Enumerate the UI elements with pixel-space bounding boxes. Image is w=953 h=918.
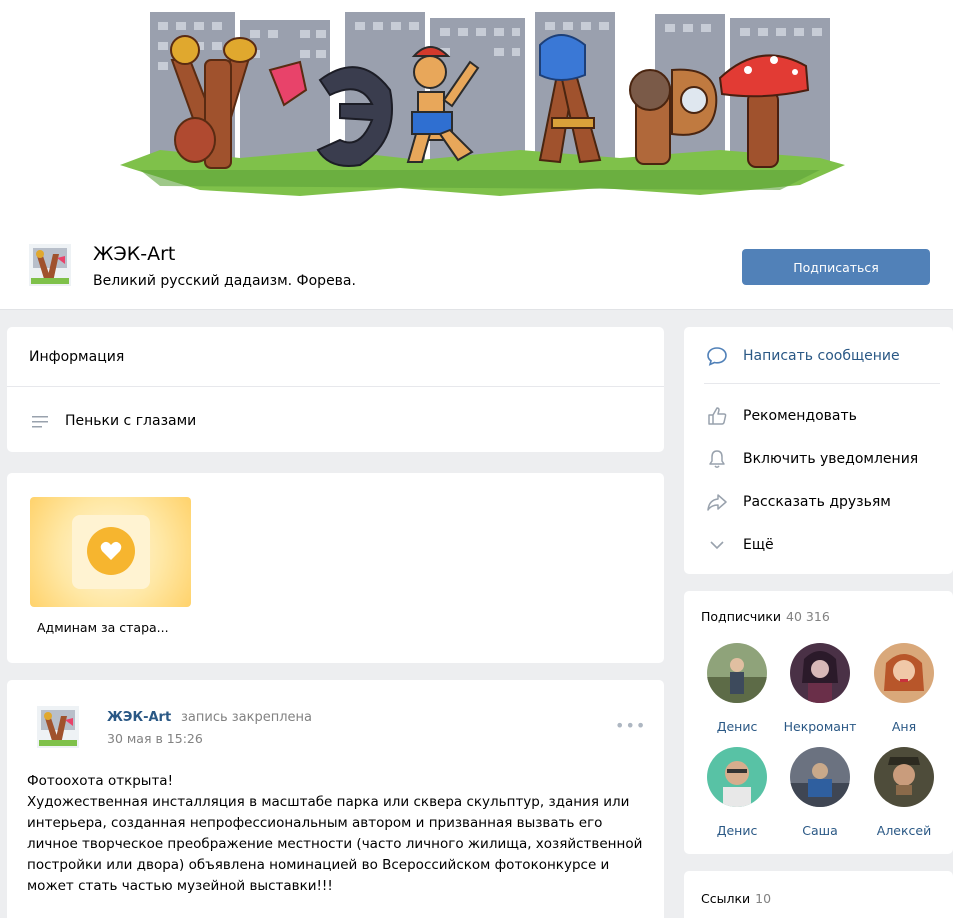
subscriber-item[interactable]: Алексей bbox=[864, 747, 944, 838]
post-author-avatar[interactable] bbox=[37, 706, 79, 748]
post-pinned-label: запись закреплена bbox=[181, 710, 313, 725]
write-message-label: Написать сообщение bbox=[743, 348, 900, 364]
subscriber-item[interactable]: Денис bbox=[697, 747, 777, 838]
info-description: Пеньки с глазами bbox=[65, 413, 197, 429]
subscriber-avatar bbox=[707, 747, 767, 807]
subscriber-item[interactable]: Некромант bbox=[780, 643, 860, 734]
post-date[interactable]: 30 мая в 15:26 bbox=[107, 731, 203, 746]
subscriber-name: Аня bbox=[891, 719, 917, 734]
album-title[interactable]: Админам за стара... bbox=[37, 620, 169, 635]
recommend-button[interactable]: Рекомендовать bbox=[706, 405, 857, 427]
bell-icon bbox=[706, 448, 728, 470]
subscriber-name: Денис bbox=[716, 719, 758, 734]
subscribers-count: 40 316 bbox=[786, 609, 830, 624]
subscriber-item[interactable]: Аня bbox=[864, 643, 944, 734]
subscriber-avatar bbox=[874, 643, 934, 703]
subscriber-avatar bbox=[874, 747, 934, 807]
more-actions-label: Ещё bbox=[743, 537, 774, 553]
subscriber-name: Некромант bbox=[783, 719, 857, 734]
links-card: Ссылки 10 bbox=[684, 871, 953, 918]
recommend-label: Рекомендовать bbox=[743, 408, 857, 424]
description-lines-icon bbox=[32, 416, 48, 428]
cover-image bbox=[0, 0, 953, 222]
subscriber-item[interactable]: Денис bbox=[697, 643, 777, 734]
subscribers-card: Подписчики 40 316 Денис Некромант Аня Ден… bbox=[684, 591, 953, 854]
post-card: ЖЭК-Art запись закреплена 30 мая в 15:26… bbox=[7, 680, 664, 918]
enable-notifications-button[interactable]: Включить уведомления bbox=[706, 448, 918, 470]
album-card: Админам за стара... bbox=[7, 473, 664, 663]
subscriber-name: Денис bbox=[716, 823, 758, 838]
divider bbox=[704, 383, 940, 384]
post-text: Фотоохота открыта! Художественная инстал… bbox=[27, 773, 643, 894]
links-heading[interactable]: Ссылки 10 bbox=[701, 891, 771, 906]
subscriber-name: Алексей bbox=[876, 823, 932, 838]
subscriber-avatar bbox=[707, 643, 767, 703]
page-title: ЖЭК-Art bbox=[93, 243, 176, 265]
actions-card: Написать сообщение Рекомендовать Включит… bbox=[684, 327, 953, 574]
more-actions-button[interactable]: Ещё bbox=[706, 534, 774, 556]
tell-friends-label: Рассказать друзьям bbox=[743, 494, 891, 510]
community-avatar[interactable] bbox=[29, 244, 71, 286]
subscribe-button[interactable]: Подписаться bbox=[742, 249, 930, 285]
subscriber-avatar bbox=[790, 643, 850, 703]
message-bubble-icon bbox=[706, 345, 728, 367]
page-status: Великий русский дадаизм. Форева. bbox=[93, 273, 356, 289]
divider bbox=[7, 386, 664, 387]
enable-notifications-label: Включить уведомления bbox=[743, 451, 919, 467]
post-author-link[interactable]: ЖЭК-Art bbox=[107, 710, 171, 725]
thumbs-up-icon bbox=[706, 405, 728, 427]
subscriber-name: Саша bbox=[802, 823, 838, 838]
tell-friends-button[interactable]: Рассказать друзьям bbox=[706, 491, 891, 513]
album-thumbnail[interactable] bbox=[30, 497, 191, 607]
info-card: Информация Пеньки с глазами bbox=[7, 327, 664, 452]
chevron-down-icon bbox=[706, 534, 728, 556]
subscriber-item[interactable]: Саша bbox=[780, 747, 860, 838]
share-arrow-icon bbox=[706, 491, 728, 513]
post-more-icon[interactable]: ••• bbox=[615, 716, 645, 735]
links-count: 10 bbox=[755, 891, 772, 906]
subscribers-heading[interactable]: Подписчики 40 316 bbox=[701, 609, 830, 624]
write-message-button[interactable]: Написать сообщение bbox=[706, 345, 900, 367]
info-heading[interactable]: Информация bbox=[29, 349, 124, 365]
heart-icon bbox=[100, 541, 122, 560]
subscriber-avatar bbox=[790, 747, 850, 807]
